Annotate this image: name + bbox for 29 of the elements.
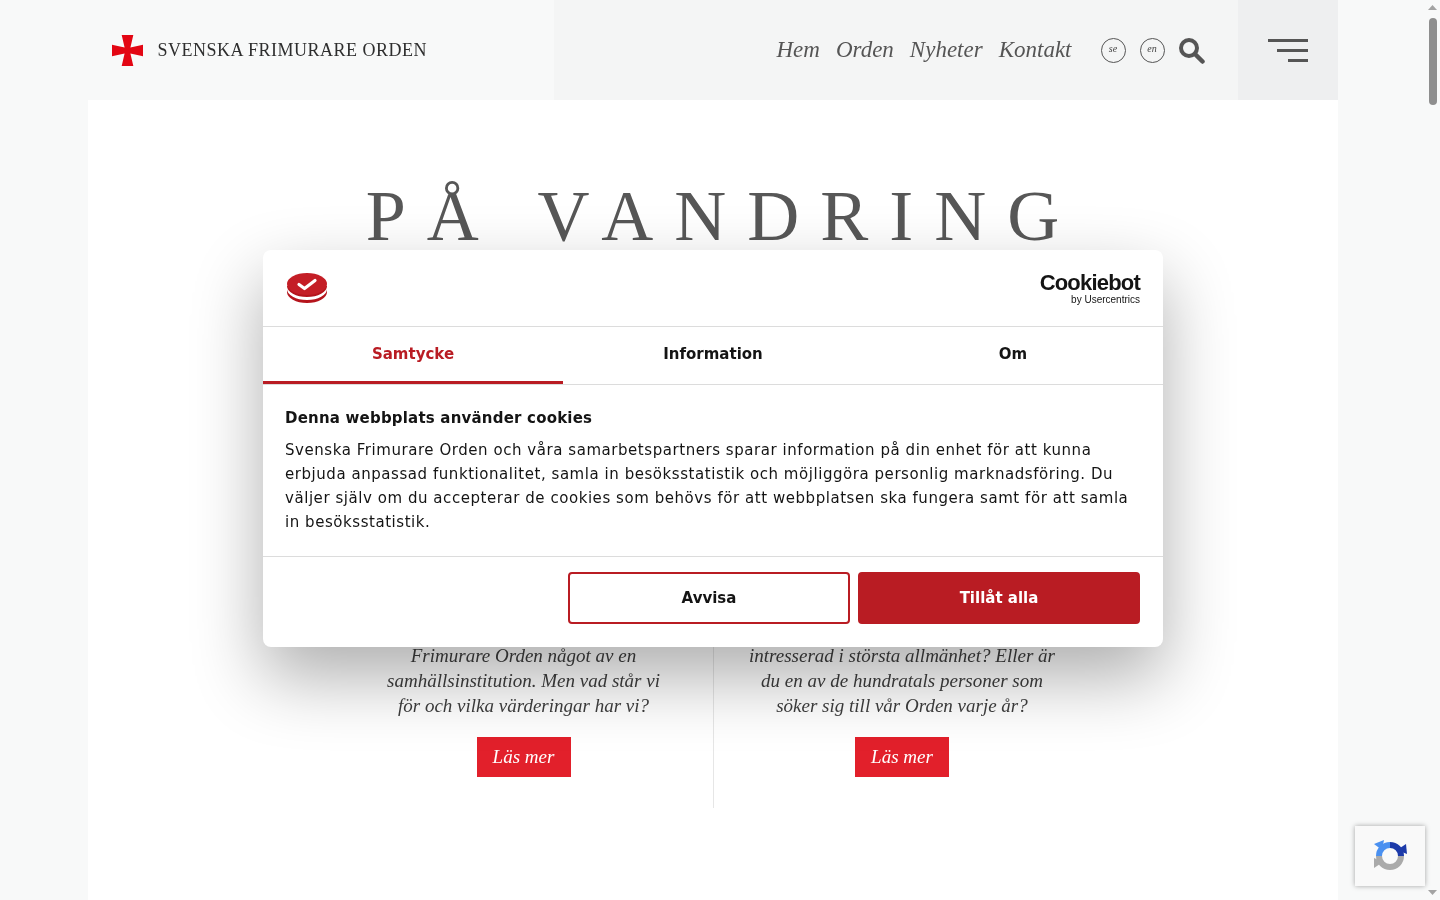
- menu-icon: [1267, 38, 1308, 62]
- scroll-down-icon[interactable]: [1428, 890, 1437, 895]
- dialog-heading: Denna webbplats använder cookies: [285, 408, 594, 429]
- accept-all-button[interactable]: Tillåt alla: [858, 572, 1140, 624]
- decline-button[interactable]: Avvisa: [568, 572, 850, 624]
- read-more-button[interactable]: Läs mer: [855, 737, 949, 777]
- search-icon: [1177, 36, 1205, 64]
- nav-link[interactable]: Orden: [835, 32, 894, 68]
- dialog-body-text: Svenska Frimurare Orden och våra samarbetspartners sparar information på din enhet för att kunna erbjuda anpassad funktionalitet, samla in besöksstatistik och möjliggöra personlig marknadsföring. Du väljer själv om du accepterar de cookies som behövs för att webbplatsen ska fungera samt för att samla in besöksstatistik.: [285, 440, 1130, 533]
- cross-logo-icon[interactable]: [111, 34, 143, 66]
- dialog-tab[interactable]: Samtycke: [263, 327, 563, 384]
- recaptcha-badge[interactable]: [1355, 826, 1425, 886]
- check-disc-logo-icon: [286, 271, 328, 305]
- nav-link[interactable]: Kontakt: [998, 32, 1072, 68]
- nav-link[interactable]: Hem: [776, 32, 820, 68]
- dialog-tab[interactable]: Information: [563, 327, 863, 384]
- page-heading: PÅ VANDRING: [364, 183, 1081, 249]
- brand-name: Cookiebot: [1039, 271, 1140, 294]
- read-more-button[interactable]: Läs mer: [476, 737, 571, 777]
- card-text: Frimurare Orden något av en samhällsinstitution. Men vad står vi för och vilka värderingar har vi?: [387, 644, 660, 718]
- card-text: intresserad i största allmänhet? Eller är du en av de hundratals personer som söker sig till vår Orden varje år?: [749, 644, 1055, 718]
- scroll-up-icon[interactable]: [1428, 5, 1437, 10]
- brand-byline: by Usercentrics: [1071, 293, 1140, 305]
- scrollbar-thumb[interactable]: [1428, 18, 1437, 105]
- nav-link[interactable]: Nyheter: [909, 32, 983, 68]
- search-button[interactable]: [1177, 36, 1205, 64]
- site-logo-text[interactable]: SVENSKA FRIMURARE ORDEN: [157, 36, 428, 64]
- menu-button[interactable]: [1237, 0, 1338, 100]
- dialog-tab[interactable]: Om: [863, 327, 1163, 384]
